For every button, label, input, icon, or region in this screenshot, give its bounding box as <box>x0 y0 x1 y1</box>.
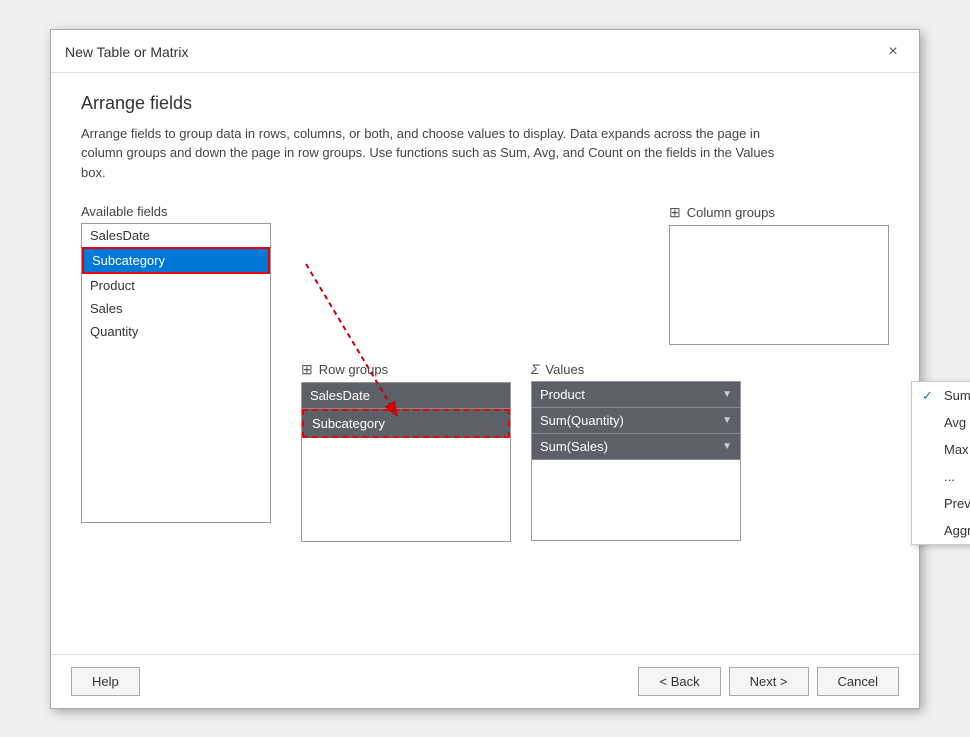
dialog-title: New Table or Matrix <box>65 44 188 60</box>
row-group-item-selected[interactable]: Subcategory <box>302 409 510 438</box>
footer-left: Help <box>71 667 140 696</box>
footer-right: < Back Next > Cancel <box>638 667 899 696</box>
context-menu: Sum Avg Max ... <box>911 381 970 545</box>
context-menu-item-ellipsis[interactable]: ... <box>912 463 970 490</box>
values-section: Σ Values Product ▼ Sum(Quantity) ▼ <box>531 361 741 542</box>
dropdown-arrow-icon[interactable]: ▼ <box>722 415 732 426</box>
context-menu-item-previous[interactable]: Previous <box>912 490 970 517</box>
next-button[interactable]: Next > <box>729 667 809 696</box>
row-groups-section: ⊞ Row groups SalesDate Subcategory <box>301 361 511 542</box>
available-fields-listbox[interactable]: SalesDate Subcategory Product Sales Quan… <box>81 223 271 523</box>
values-header: Σ Values <box>531 361 741 377</box>
close-button[interactable]: × <box>881 40 905 64</box>
context-menu-item-sum[interactable]: Sum <box>912 382 970 409</box>
row-groups-header: ⊞ Row groups <box>301 361 511 378</box>
sigma-icon: Σ <box>531 361 539 377</box>
dialog-container: New Table or Matrix × Arrange fields Arr… <box>50 29 920 709</box>
available-fields-label: Available fields <box>81 204 271 219</box>
dropdown-arrow-icon[interactable]: ▼ <box>722 389 732 400</box>
values-item[interactable]: Product ▼ <box>532 382 740 408</box>
available-fields-section: Available fields SalesDate Subcategory P… <box>81 204 271 523</box>
dialog-body: Arrange fields Arrange fields to group d… <box>51 73 919 654</box>
list-item[interactable]: SalesDate <box>82 224 270 247</box>
values-box[interactable]: Product ▼ Sum(Quantity) ▼ Sum(Sales) ▼ <box>531 381 741 541</box>
row-groups-box[interactable]: SalesDate Subcategory <box>301 382 511 542</box>
table-row-icon: ⊞ <box>301 361 313 378</box>
values-item[interactable]: Sum(Quantity) ▼ <box>532 408 740 434</box>
table-column-icon: ⊞ <box>669 204 681 221</box>
titlebar: New Table or Matrix × <box>51 30 919 73</box>
top-panels: ⊞ Column groups <box>301 204 889 345</box>
list-item[interactable]: Sales <box>82 297 270 320</box>
right-panels: ⊞ Column groups ⊞ Row groups <box>301 204 889 542</box>
back-button[interactable]: < Back <box>638 667 720 696</box>
dropdown-arrow-icon[interactable]: ▼ <box>722 441 732 452</box>
values-item-active[interactable]: Sum(Sales) ▼ <box>532 434 740 460</box>
context-menu-item-avg[interactable]: Avg <box>912 409 970 436</box>
column-groups-section: ⊞ Column groups <box>669 204 889 345</box>
values-label: Values <box>545 362 584 377</box>
column-groups-header: ⊞ Column groups <box>669 204 889 221</box>
fields-area: Available fields SalesDate Subcategory P… <box>81 204 889 542</box>
list-item[interactable]: Quantity <box>82 320 270 343</box>
description-text: Arrange fields to group data in rows, co… <box>81 124 801 183</box>
context-menu-item-aggregate[interactable]: Aggregate <box>912 517 970 544</box>
column-groups-label: Column groups <box>687 205 775 220</box>
row-group-item[interactable]: SalesDate <box>302 383 510 409</box>
help-button[interactable]: Help <box>71 667 140 696</box>
section-title: Arrange fields <box>81 93 889 114</box>
dialog-footer: Help < Back Next > Cancel <box>51 654 919 708</box>
cancel-button[interactable]: Cancel <box>817 667 899 696</box>
list-item-selected[interactable]: Subcategory <box>82 247 270 274</box>
row-groups-label: Row groups <box>319 362 388 377</box>
context-menu-item-max[interactable]: Max <box>912 436 970 463</box>
list-item[interactable]: Product <box>82 274 270 297</box>
column-groups-box[interactable] <box>669 225 889 345</box>
bottom-panels: ⊞ Row groups SalesDate Subcategory <box>301 361 889 542</box>
